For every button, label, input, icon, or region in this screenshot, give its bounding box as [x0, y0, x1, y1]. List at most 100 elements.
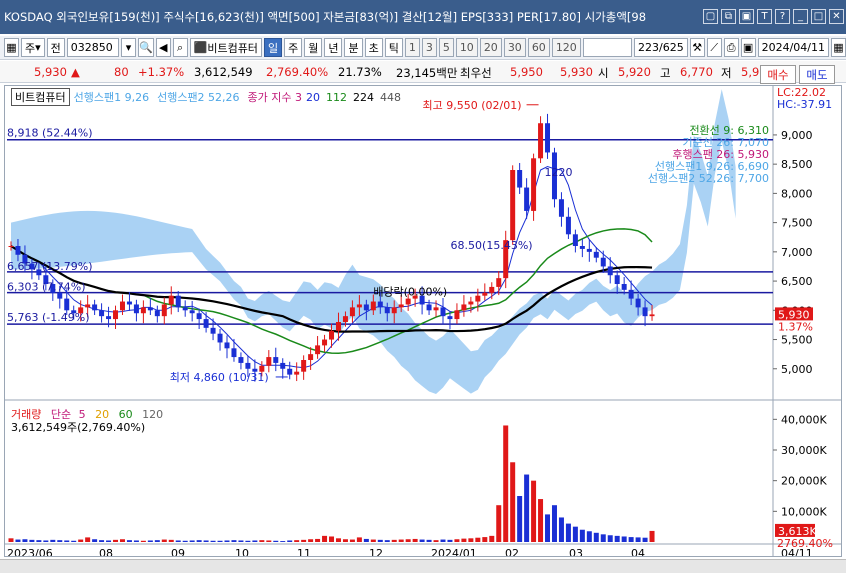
- date-input[interactable]: 2024/04/11: [757, 38, 829, 57]
- grid-menu-icon[interactable]: ▦: [4, 38, 19, 57]
- window-title: KOSDAQ 외국인보유[159(천)] 주식수[16,623(천)] 액면[5…: [4, 10, 647, 24]
- volume-bar: [175, 540, 181, 542]
- candle-body: [649, 314, 655, 317]
- candle-body: [273, 357, 279, 363]
- candle-body: [600, 257, 606, 267]
- candle-body: [628, 289, 634, 299]
- chart-panel[interactable]: 5,0005,5006,0006,5007,0007,5008,0008,500…: [4, 85, 842, 557]
- candle-body: [440, 307, 446, 317]
- candle-body: [642, 307, 648, 317]
- text-icon[interactable]: T: [757, 9, 772, 24]
- chart-tools-icon[interactable]: ⚒: [689, 38, 705, 57]
- search-icon[interactable]: 🔍: [137, 38, 154, 57]
- maximize-icon[interactable]: □: [811, 9, 826, 24]
- volume-bar: [461, 538, 467, 542]
- interval-input[interactable]: [582, 38, 633, 57]
- interval-5[interactable]: 5: [438, 38, 454, 57]
- help-icon[interactable]: ?: [775, 9, 790, 24]
- candle-body: [545, 123, 551, 153]
- interval-60[interactable]: 60: [527, 38, 550, 57]
- page-count: 223/625: [634, 38, 688, 57]
- volume-ratio: 2,769.40%: [266, 65, 329, 79]
- volume-bar: [315, 538, 321, 542]
- volume-bar: [301, 539, 307, 542]
- layout-icon[interactable]: ▣: [739, 9, 754, 24]
- candle-body: [475, 295, 481, 302]
- volume-bar: [391, 539, 397, 542]
- tab-tick[interactable]: 틱: [384, 38, 403, 57]
- volume-bar: [531, 480, 537, 542]
- candle-body: [106, 316, 112, 320]
- candle-body: [398, 304, 404, 308]
- tab-month[interactable]: 월: [304, 38, 323, 57]
- close-icon[interactable]: ✕: [829, 9, 844, 24]
- interval-1[interactable]: 1: [404, 38, 420, 57]
- volume-bar: [133, 540, 139, 542]
- interval-30[interactable]: 30: [503, 38, 526, 57]
- volume-bar: [99, 540, 105, 542]
- market-select[interactable]: 주 ▾: [20, 38, 45, 57]
- candle-body: [356, 304, 362, 308]
- volume-bar: [50, 539, 56, 542]
- prev-button[interactable]: 전: [46, 38, 65, 57]
- interval-20[interactable]: 20: [479, 38, 502, 57]
- price-tick-label: 7,000: [781, 246, 813, 259]
- volume-bar: [614, 535, 620, 542]
- interval-3[interactable]: 3: [421, 38, 437, 57]
- x-label: 08: [99, 547, 113, 557]
- draw-icon[interactable]: ⟋: [706, 38, 722, 57]
- volume-bar: [36, 540, 42, 542]
- tab-minute[interactable]: 분: [344, 38, 363, 57]
- volume-bar: [405, 539, 411, 542]
- volume-bar: [475, 537, 481, 542]
- volume-bar: [196, 540, 202, 542]
- price-chart[interactable]: 5,0005,5006,0006,5007,0007,5008,0008,500…: [5, 86, 842, 557]
- volume-bar: [273, 540, 279, 542]
- line-label: 8,918 (52.44%): [7, 127, 93, 140]
- price-tick-label: 9,000: [781, 129, 813, 142]
- link-icon[interactable]: ▢: [703, 9, 718, 24]
- speaker-icon[interactable]: ◀: [155, 38, 171, 57]
- interval-10[interactable]: 10: [455, 38, 478, 57]
- price-tick-label: 6,500: [781, 275, 813, 288]
- volume-bar: [308, 539, 314, 542]
- price-change: 80: [114, 65, 129, 79]
- sell-button[interactable]: 매도: [799, 65, 835, 84]
- chart-toolbar: ▦ 주 ▾ 전 032850 ▾ 🔍 ◀ ⌕ ⬛ 비트컴퓨터 일 주 월 년 분 초…: [0, 36, 846, 60]
- stock-code-input[interactable]: 032850: [66, 38, 120, 57]
- interval-120[interactable]: 120: [551, 38, 581, 57]
- turnover: 21.73%: [338, 65, 382, 79]
- dropdown-icon[interactable]: ▾: [121, 38, 136, 57]
- copy-icon[interactable]: ⧉: [721, 9, 736, 24]
- candle-body: [349, 307, 355, 317]
- volume-bar: [419, 539, 425, 542]
- pct-tag: 1.37%: [778, 320, 813, 333]
- volume-bar: [71, 540, 77, 542]
- bottom-scrollbar[interactable]: [0, 559, 846, 573]
- candle-body: [15, 246, 21, 255]
- best-bid: 5,930: [560, 65, 593, 79]
- print-icon[interactable]: ⎙: [723, 38, 739, 57]
- tab-week[interactable]: 주: [284, 38, 303, 57]
- candle-body: [203, 319, 209, 328]
- save-icon[interactable]: ▣: [740, 38, 756, 57]
- candle-body: [113, 310, 119, 320]
- volume-bar: [489, 535, 495, 542]
- volume-bar: [538, 499, 544, 542]
- buy-button[interactable]: 매수: [760, 65, 796, 84]
- minimize-icon[interactable]: _: [793, 9, 808, 24]
- candle-body: [126, 301, 132, 305]
- tab-second[interactable]: 초: [364, 38, 383, 57]
- volume-bar: [454, 539, 460, 542]
- volume-bar: [210, 540, 216, 542]
- candle-body: [614, 275, 620, 284]
- magnifier-icon[interactable]: ⌕: [172, 38, 188, 57]
- volume-bar: [57, 540, 63, 542]
- volume-bar: [370, 539, 376, 542]
- volume-bar: [558, 517, 564, 542]
- legend-ma-20: 20: [306, 90, 321, 104]
- tab-day[interactable]: 일: [263, 38, 283, 57]
- candle-body: [140, 307, 146, 314]
- tab-year[interactable]: 년: [324, 38, 343, 57]
- calendar-icon[interactable]: ▦: [831, 38, 846, 57]
